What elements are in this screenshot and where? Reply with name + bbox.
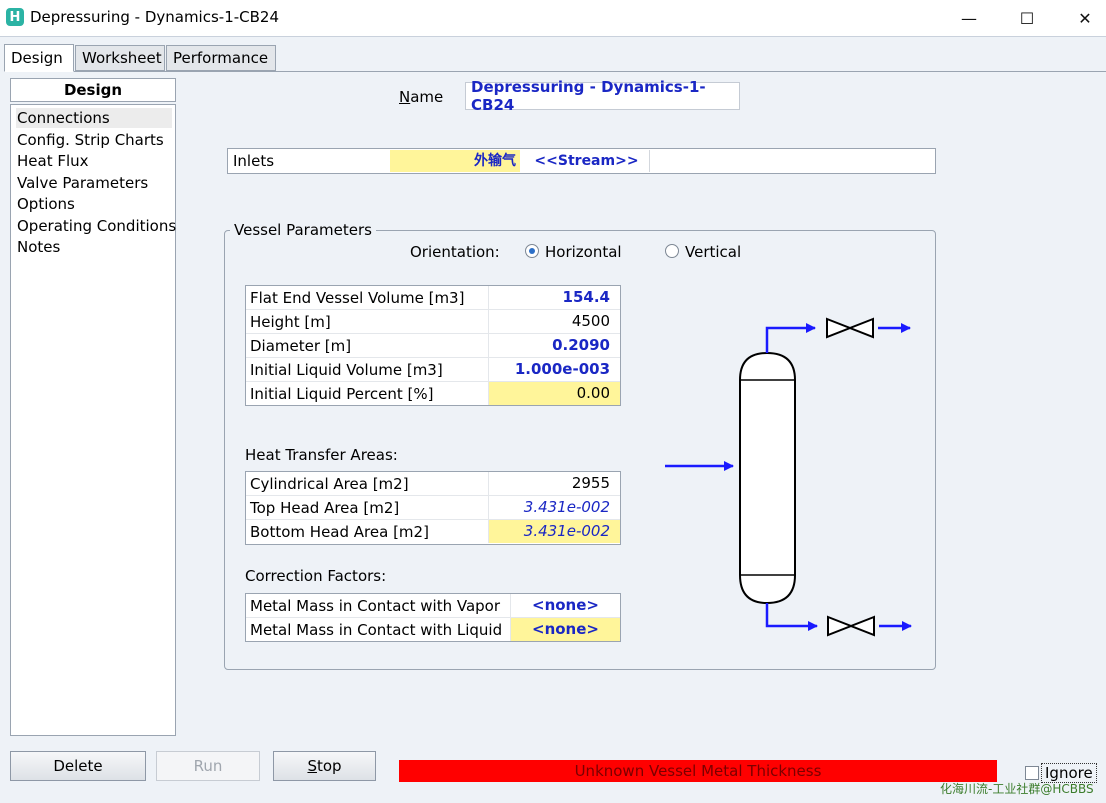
table-row: Initial Liquid Volume [m3] 1.000e-003: [246, 358, 620, 382]
vessel-geometry-table: Flat End Vessel Volume [m3] 154.4 Height…: [245, 285, 621, 406]
nav-list: Connections Config. Strip Charts Heat Fl…: [10, 104, 176, 736]
initial-liquid-percent-value[interactable]: 0.00: [488, 382, 620, 405]
close-icon[interactable]: ✕: [1062, 4, 1106, 32]
name-label-hotkey: N: [399, 88, 411, 106]
heat-transfer-table: Cylindrical Area [m2] 2955 Top Head Area…: [245, 471, 621, 545]
orientation-horizontal-radio[interactable]: [525, 244, 539, 258]
bottom-head-area-label: Bottom Head Area [m2]: [250, 523, 429, 541]
status-message: Unknown Vessel Metal Thickness: [399, 760, 997, 782]
table-row: Diameter [m] 0.2090: [246, 334, 620, 358]
stop-button[interactable]: Stop: [273, 751, 376, 781]
table-row: Initial Liquid Percent [%] 0.00: [246, 382, 620, 406]
nav-item-options[interactable]: Options: [16, 194, 172, 214]
diameter-label: Diameter [m]: [250, 337, 352, 355]
diameter-value[interactable]: 0.2090: [488, 334, 620, 357]
nav-header: Design: [10, 78, 176, 102]
tab-worksheet[interactable]: Worksheet: [75, 45, 165, 71]
metal-mass-vapor-label: Metal Mass in Contact with Vapor: [250, 597, 501, 615]
vapor-outlet-arrow-icon: [765, 323, 816, 353]
watermark: 化海川流-工业社群@HCBBS: [940, 782, 1094, 796]
ignore-checkbox[interactable]: [1025, 766, 1039, 780]
height-label: Height [m]: [250, 313, 331, 331]
inlets-row: Inlets 外输气 <<Stream>>: [227, 148, 936, 174]
flat-end-volume-value[interactable]: 154.4: [488, 286, 620, 309]
table-row: Top Head Area [m2] 3.431e-002: [246, 496, 620, 520]
inlets-label: Inlets: [233, 152, 275, 170]
table-row: Flat End Vessel Volume [m3] 154.4: [246, 286, 620, 310]
inlet-new-stream-cell[interactable]: <<Stream>>: [524, 150, 650, 172]
orientation-vertical-radio[interactable]: [665, 244, 679, 258]
initial-liquid-percent-label: Initial Liquid Percent [%]: [250, 385, 434, 403]
metal-mass-vapor-value[interactable]: <none>: [510, 594, 620, 617]
table-row: Height [m] 4500: [246, 310, 620, 334]
maximize-icon[interactable]: ☐: [1004, 4, 1050, 32]
nav-item-config-strip-charts[interactable]: Config. Strip Charts: [16, 130, 172, 150]
orientation-label: Orientation:: [410, 243, 500, 261]
correction-factors-title: Correction Factors:: [245, 567, 387, 585]
initial-liquid-volume-value[interactable]: 1.000e-003: [488, 358, 620, 381]
inlet-stream-cell[interactable]: 外输气: [390, 150, 520, 172]
title-bar: H Depressuring - Dynamics-1-CB24 — ☐ ✕: [0, 0, 1106, 36]
table-row: Metal Mass in Contact with Vapor <none>: [246, 594, 620, 618]
vessel-shell: [739, 351, 796, 605]
bottom-head-area-value[interactable]: 3.431e-002: [488, 520, 620, 543]
metal-mass-liquid-value[interactable]: <none>: [510, 618, 620, 641]
cylindrical-area-label: Cylindrical Area [m2]: [250, 475, 409, 493]
vapor-valve-icon: [826, 317, 874, 339]
tab-design[interactable]: Design: [4, 44, 74, 72]
stop-button-hotkey: S: [307, 757, 317, 775]
nav-item-operating-conditions[interactable]: Operating Conditions: [16, 216, 176, 236]
delete-button[interactable]: Delete: [10, 751, 146, 781]
nav-item-heat-flux[interactable]: Heat Flux: [16, 151, 172, 171]
metal-mass-liquid-label: Metal Mass in Contact with Liquid: [250, 621, 503, 639]
minimize-icon[interactable]: —: [946, 4, 992, 32]
window-title: Depressuring - Dynamics-1-CB24: [30, 8, 280, 26]
initial-liquid-volume-label: Initial Liquid Volume [m3]: [250, 361, 443, 379]
top-head-area-label: Top Head Area [m2]: [250, 499, 400, 517]
tab-performance[interactable]: Performance: [166, 45, 276, 71]
nav-item-valve-parameters[interactable]: Valve Parameters: [16, 173, 172, 193]
height-value[interactable]: 4500: [488, 310, 620, 333]
nav-item-connections[interactable]: Connections: [16, 108, 172, 128]
name-input[interactable]: Depressuring - Dynamics-1-CB24: [465, 78, 740, 114]
top-head-area-value[interactable]: 3.431e-002: [488, 496, 620, 519]
vessel-parameters-title: Vessel Parameters: [230, 221, 376, 239]
run-button[interactable]: Run: [156, 751, 260, 781]
nav-item-notes[interactable]: Notes: [16, 237, 172, 257]
heat-transfer-title: Heat Transfer Areas:: [245, 446, 398, 464]
table-row: Cylindrical Area [m2] 2955: [246, 472, 620, 496]
orientation-horizontal-label[interactable]: Horizontal: [545, 243, 622, 261]
name-label: Name: [399, 88, 443, 106]
app-logo-icon: H: [6, 8, 24, 26]
flat-end-volume-label: Flat End Vessel Volume [m3]: [250, 289, 465, 307]
liquid-valve-icon: [827, 615, 875, 637]
table-row: Bottom Head Area [m2] 3.431e-002: [246, 520, 620, 544]
vessel-diagram: [665, 317, 912, 637]
cylindrical-area-value[interactable]: 2955: [488, 472, 620, 495]
table-row: Metal Mass in Contact with Liquid <none>: [246, 618, 620, 642]
stop-button-rest: top: [316, 757, 342, 775]
orientation-vertical-label[interactable]: Vertical: [685, 243, 741, 261]
correction-factors-table: Metal Mass in Contact with Vapor <none> …: [245, 593, 621, 642]
name-label-rest: ame: [410, 88, 444, 106]
liquid-outlet-arrow-icon: [765, 603, 818, 631]
